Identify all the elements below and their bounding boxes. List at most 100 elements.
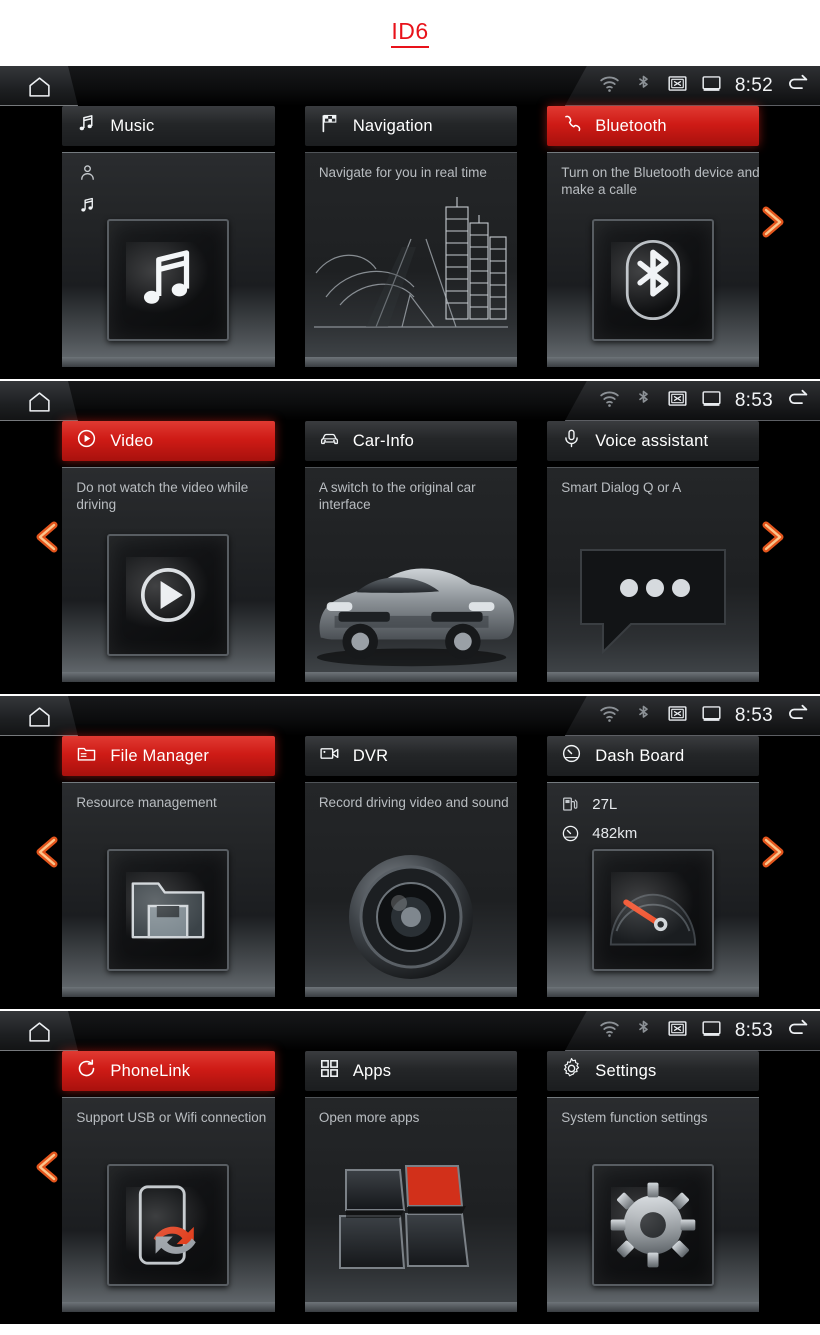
music-note-icon [76, 113, 97, 139]
bluetooth-icon [633, 703, 654, 724]
x-box-icon[interactable] [667, 1018, 688, 1044]
tile-bluetooth[interactable]: Bluetooth Turn on the Bluetooth device an… [547, 106, 760, 379]
tile-title: Apps [352, 1061, 392, 1080]
prev-page-arrow[interactable] [30, 1142, 66, 1194]
tile-row: Video Do not watch the video while drivin… [0, 421, 820, 694]
home-button[interactable] [0, 66, 78, 106]
wifi-icon[interactable] [599, 1018, 620, 1044]
tile-body[interactable]: Record driving video and sound [304, 782, 517, 997]
screenshot-root: ID6 8:52 Music Navigation Navigate for you … [0, 0, 820, 1335]
back-arrow-icon[interactable] [786, 702, 810, 731]
display-icon[interactable] [701, 388, 722, 414]
wifi-icon[interactable] [599, 703, 620, 729]
x-box-icon[interactable] [667, 703, 688, 729]
tile-body[interactable]: 27L 482km [547, 782, 760, 997]
screen-panel: 8:52 Music Navigation Navigate for you in r… [0, 66, 820, 379]
status-bar: 8:53 [0, 1011, 820, 1051]
tile-phonelink[interactable]: PhoneLink Support USB or Wifi connection [62, 1051, 275, 1324]
tile-row: PhoneLink Support USB or Wifi connection A… [0, 1051, 820, 1324]
tile-base-shelf [62, 987, 275, 997]
tile-body[interactable]: Resource management [62, 782, 275, 997]
tile-music[interactable]: Music [62, 106, 275, 379]
home-button[interactable] [0, 1011, 78, 1051]
status-bar: 8:53 [0, 696, 820, 736]
music-note-icon [78, 196, 97, 215]
tile-settings[interactable]: Settings System function settings [547, 1051, 760, 1324]
next-page-arrow[interactable] [756, 512, 792, 564]
tile-body[interactable] [62, 152, 275, 367]
x-box-icon[interactable] [667, 388, 688, 414]
home-button[interactable] [0, 381, 78, 421]
bluetooth-icon[interactable] [633, 388, 654, 414]
wifi-icon[interactable] [599, 73, 620, 99]
display-icon[interactable] [701, 703, 722, 729]
clock: 8:52 [734, 75, 773, 96]
system-tray: 8:53 [564, 1011, 820, 1051]
x-box-icon [667, 1018, 688, 1039]
tile-header[interactable]: Apps [304, 1051, 517, 1091]
tile-header[interactable]: Music [62, 106, 275, 146]
tile-title: File Manager [110, 746, 210, 765]
tile-header[interactable]: Bluetooth [547, 106, 760, 146]
grid-icon [319, 1058, 340, 1079]
bluetooth-icon[interactable] [633, 703, 654, 729]
next-page-arrow[interactable] [756, 827, 792, 879]
tile-header[interactable]: PhoneLink [62, 1051, 275, 1091]
tile-header[interactable]: Video [62, 421, 275, 461]
back-arrow-icon[interactable] [786, 1017, 810, 1046]
tile-title: Video [110, 431, 154, 450]
display-icon [701, 388, 722, 409]
bluetooth-icon [633, 73, 654, 94]
tile-dash-board[interactable]: Dash Board 27L 482km [547, 736, 760, 1009]
tile-body[interactable]: System function settings [547, 1097, 760, 1312]
music-note-icon [78, 196, 97, 220]
tile-file-manager[interactable]: File Manager Resource management [62, 736, 275, 1009]
prev-page-arrow[interactable] [30, 827, 66, 879]
tile-header[interactable]: Voice assistant [547, 421, 760, 461]
tile-navigation[interactable]: Navigation Navigate for you in real time [304, 106, 517, 379]
home-button[interactable] [0, 696, 78, 736]
gear-icon [561, 1058, 582, 1084]
display-icon[interactable] [701, 73, 722, 99]
x-box-icon [667, 73, 688, 94]
tile-header[interactable]: Settings [547, 1051, 760, 1091]
tile-body[interactable]: Smart Dialog Q or A [547, 467, 760, 682]
tile-video[interactable]: Video Do not watch the video while drivin… [62, 421, 275, 694]
clock: 8:53 [734, 390, 773, 411]
tile-body[interactable]: Navigate for you in real time [304, 152, 517, 367]
tile-body[interactable]: Open more apps [304, 1097, 517, 1312]
tile-header[interactable]: Navigation [304, 106, 517, 146]
tile-body[interactable]: Support USB or Wifi connection [62, 1097, 275, 1312]
tile-body[interactable]: Do not watch the video while driving [62, 467, 275, 682]
tile-header[interactable]: Dash Board [547, 736, 760, 776]
video-camera-icon [319, 743, 340, 764]
screen-panel: 8:53 File Manager Resource management DVR Re… [0, 696, 820, 1009]
tile-voice-assistant[interactable]: Voice assistant Smart Dialog Q or A [547, 421, 760, 694]
tile-car-info[interactable]: Car-Info A switch to the original car int… [304, 421, 517, 694]
tile-description: Turn on the Bluetooth device and make a … [561, 165, 760, 197]
bluetooth-icon [633, 1018, 654, 1039]
back-arrow-icon[interactable] [786, 387, 810, 416]
bluetooth-art [592, 219, 715, 341]
tile-apps[interactable]: Apps Open more apps [304, 1051, 517, 1324]
next-page-arrow[interactable] [756, 197, 792, 249]
phone-handset-icon [561, 113, 582, 139]
x-box-icon[interactable] [667, 73, 688, 99]
microphone-icon [561, 428, 582, 449]
tile-dvr[interactable]: DVR Record driving video and sound [304, 736, 517, 1009]
page-title-bar: ID6 [0, 0, 820, 66]
tile-header[interactable]: File Manager [62, 736, 275, 776]
screen-panel: 8:53 PhoneLink Support USB or Wifi connect… [0, 1011, 820, 1324]
display-icon [701, 703, 722, 724]
tile-header[interactable]: Car-Info [304, 421, 517, 461]
bluetooth-icon[interactable] [633, 73, 654, 99]
play-circle-icon [76, 428, 97, 449]
wifi-icon[interactable] [599, 388, 620, 414]
tile-body[interactable]: Turn on the Bluetooth device and make a … [547, 152, 760, 367]
prev-page-arrow[interactable] [30, 512, 66, 564]
tile-body[interactable]: A switch to the original car interface [304, 467, 517, 682]
display-icon[interactable] [701, 1018, 722, 1044]
tile-header[interactable]: DVR [304, 736, 517, 776]
back-arrow-icon[interactable] [786, 72, 810, 101]
bluetooth-icon[interactable] [633, 1018, 654, 1044]
